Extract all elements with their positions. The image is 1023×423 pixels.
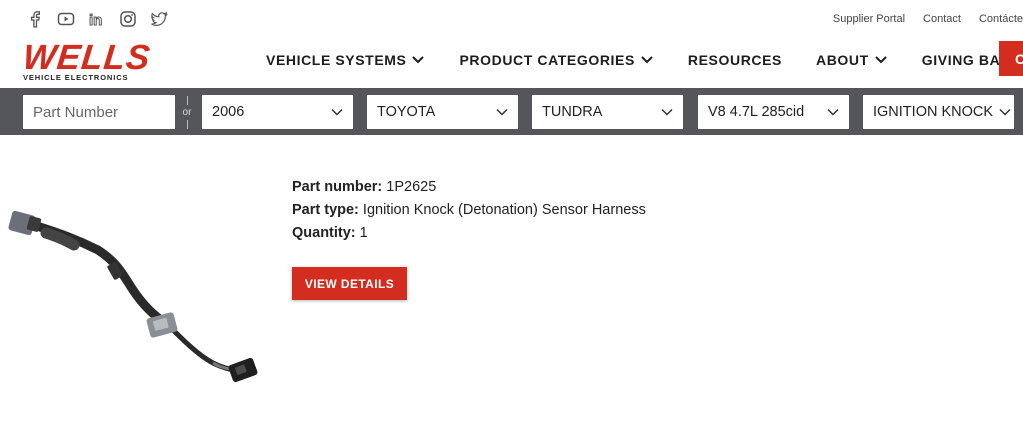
part-number-row: Part number: 1P2625 [292,176,646,199]
nav-vehicle-systems[interactable]: VEHICLE SYSTEMS [266,52,425,68]
part-number-input[interactable] [23,95,175,129]
facebook-icon[interactable] [26,10,44,28]
chevron-down-icon [999,108,1011,116]
supplier-portal-link[interactable]: Supplier Portal [833,13,905,25]
part-number-value: 1P2625 [386,179,437,195]
chevron-down-icon [331,108,343,116]
quantity-row: Quantity: 1 [292,222,646,245]
nav-about-label: ABOUT [816,52,869,68]
social-links: in [26,10,168,30]
nav-product-categories-label: PRODUCT CATEGORIES [459,52,635,68]
part-type-label: Part type: [292,202,359,218]
nav-resources-label: RESOURCES [687,52,782,68]
vehicle-search-bar: or 2006 TOYOTA TUNDRA V8 4.7L 285cid IGN… [0,88,1023,135]
category-value: IGNITION KNOCK [873,104,994,120]
cta-label: C [1015,50,1023,67]
year-value: 2006 [212,104,245,120]
chevron-down-icon [661,108,673,116]
part-type-row: Part type: Ignition Knock (Detonation) S… [292,199,646,222]
view-details-button[interactable]: VIEW DETAILS [292,267,407,300]
make-value: TOYOTA [377,104,436,120]
or-divider: or [179,94,195,130]
product-image[interactable] [8,205,270,395]
product-info: Part number: 1P2625 Part type: Ignition … [292,176,646,245]
nav-resources[interactable]: RESOURCES [688,52,782,68]
chevron-down-icon [827,108,839,116]
model-select[interactable]: TUNDRA [532,95,683,129]
linkedin-icon[interactable]: in [88,10,106,30]
youtube-icon[interactable] [57,10,75,28]
contact-link[interactable]: Contact [923,13,961,25]
svg-text:in: in [89,12,102,28]
logo-wordmark: WELLS [21,38,153,77]
year-select[interactable]: 2006 [202,95,353,129]
quantity-value: 1 [359,225,368,241]
engine-select[interactable]: V8 4.7L 285cid [698,95,849,129]
engine-value: V8 4.7L 285cid [708,104,805,120]
nav-about[interactable]: ABOUT [816,52,888,68]
quantity-label: Quantity: [292,225,356,241]
nav-product-categories[interactable]: PRODUCT CATEGORIES [459,52,653,68]
utility-links: Supplier Portal Contact Contácte [833,13,1023,25]
or-label: or [182,106,192,118]
cta-button[interactable]: C [999,41,1023,76]
chevron-down-icon [496,108,508,116]
model-value: TUNDRA [542,104,603,120]
instagram-icon[interactable] [119,10,137,28]
main-nav: VEHICLE SYSTEMS PRODUCT CATEGORIES RESOU… [266,52,1022,68]
contacte-link[interactable]: Contácte [979,13,1023,25]
wells-logo[interactable]: WELLS VEHICLE ELECTRONICS [21,38,165,82]
category-select[interactable]: IGNITION KNOCK [863,95,1014,129]
twitter-icon[interactable] [150,10,168,28]
chevron-down-icon [641,56,653,64]
chevron-down-icon [412,56,425,64]
part-type-value: Ignition Knock (Detonation) Sensor Harne… [362,202,646,218]
nav-vehicle-systems-label: VEHICLE SYSTEMS [266,52,407,68]
chevron-down-icon [875,56,887,64]
part-number-label: Part number: [292,179,383,195]
make-select[interactable]: TOYOTA [367,95,518,129]
